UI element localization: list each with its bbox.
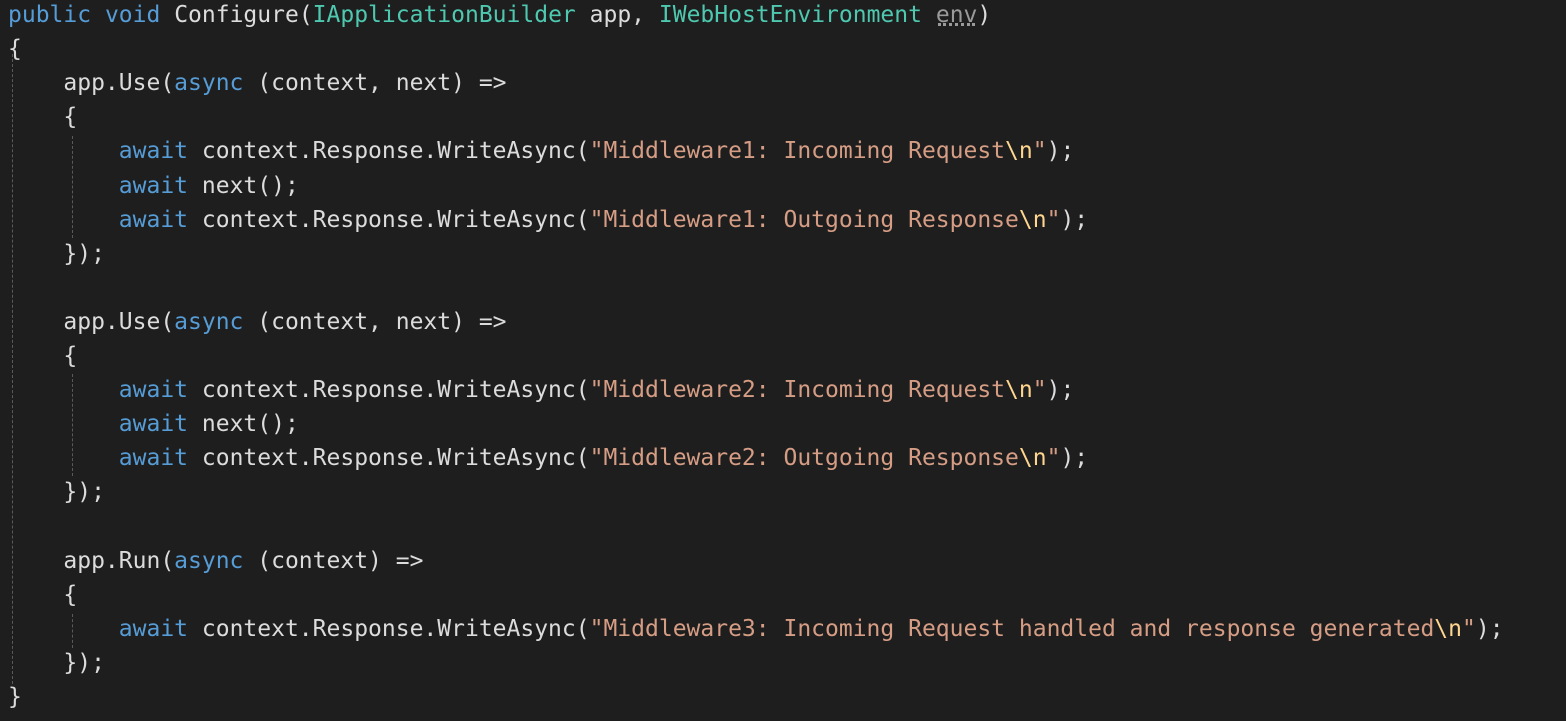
type-name: IApplicationBuilder: [312, 2, 576, 28]
code-line[interactable]: await context.Response.WriteAsync("Middl…: [8, 203, 1088, 237]
code-line[interactable]: {: [8, 100, 77, 134]
string-literal: ": [1046, 206, 1061, 233]
string-literal: ": [1032, 377, 1047, 404]
string-literal: "Middleware2: Incoming Request: [589, 377, 1006, 404]
code-text: );: [1475, 615, 1504, 642]
keyword: await: [118, 172, 189, 199]
string-literal: ": [1046, 445, 1061, 472]
keyword: await: [118, 138, 189, 165]
code-text: app,: [575, 2, 659, 28]
string-literal: "Middleware1: Outgoing Response: [589, 206, 1019, 233]
code-text: });: [8, 649, 105, 676]
indent-guide-method: [12, 54, 13, 684]
string-literal: "Middleware2: Outgoing Response: [589, 445, 1019, 472]
code-text: );: [1046, 377, 1075, 404]
keyword: void: [104, 2, 161, 28]
string-literal: "Middleware3: Incoming Request handled a…: [589, 615, 1435, 642]
indent-guide-middleware2: [72, 374, 73, 476]
code-text: });: [8, 240, 105, 267]
keyword: async: [174, 308, 244, 335]
string-literal: ": [1032, 138, 1047, 165]
code-line[interactable]: await context.Response.WriteAsync("Middl…: [8, 134, 1075, 168]
code-line[interactable]: }: [8, 680, 22, 714]
code-line[interactable]: app.Use(async (context, next) =>: [8, 66, 507, 100]
code-text: {: [8, 104, 78, 131]
code-text: }: [8, 684, 22, 710]
keyword: async: [174, 70, 244, 97]
code-line[interactable]: await next();: [8, 407, 299, 441]
code-line[interactable]: {: [8, 32, 22, 66]
code-line[interactable]: app.Run(async (context) =>: [8, 544, 423, 578]
keyword: async: [174, 547, 244, 574]
keyword: await: [118, 411, 189, 438]
code-text: context.Response.WriteAsync(: [188, 615, 590, 642]
code-line[interactable]: await context.Response.WriteAsync("Middl…: [8, 612, 1504, 646]
code-line[interactable]: });: [8, 475, 105, 509]
code-text: });: [8, 479, 105, 506]
escape-sequence: \n: [1018, 206, 1047, 233]
code-text: (context) =>: [243, 547, 424, 574]
code-line[interactable]: await context.Response.WriteAsync("Middl…: [8, 441, 1088, 475]
code-line[interactable]: app.Use(async (context, next) =>: [8, 305, 507, 339]
keyword: await: [118, 615, 189, 642]
code-text: context.Response.WriteAsync(: [188, 445, 590, 472]
code-editor[interactable]: public void Configure(IApplicationBuilde…: [0, 0, 1566, 721]
indent-guide-middleware3: [72, 614, 73, 648]
code-line[interactable]: {: [8, 578, 77, 612]
keyword: await: [118, 206, 189, 233]
code-text: {: [8, 36, 22, 63]
string-literal: ": [1462, 615, 1476, 642]
code-text: context.Response.WriteAsync(: [188, 206, 590, 233]
code-text: {: [8, 581, 78, 608]
escape-sequence: \n: [1005, 377, 1033, 404]
code-text: app.Use(: [8, 70, 175, 97]
code-text: app.Run(: [8, 547, 175, 574]
code-text: context.Response.WriteAsync(: [188, 377, 590, 404]
code-text: );: [1060, 445, 1089, 472]
unused-parameter: env: [935, 2, 978, 28]
code-line[interactable]: await next();: [8, 169, 299, 203]
escape-sequence: \n: [1005, 138, 1033, 165]
code-text: next();: [188, 172, 299, 199]
code-text: Configure(: [160, 2, 313, 28]
code-text: ): [977, 2, 992, 28]
keyword: await: [118, 377, 189, 404]
code-line[interactable]: {: [8, 339, 77, 373]
escape-sequence: \n: [1434, 615, 1462, 642]
keyword: public: [8, 2, 92, 28]
code-text: next();: [188, 411, 299, 438]
code-text: {: [8, 343, 78, 369]
code-text: (context, next) =>: [243, 308, 507, 335]
code-line[interactable]: public void Configure(IApplicationBuilde…: [8, 0, 991, 32]
code-text: app.Use(: [8, 308, 175, 335]
code-text: (context, next) =>: [243, 70, 507, 97]
type-name: IWebHostEnvironment: [658, 2, 922, 28]
code-line[interactable]: });: [8, 237, 105, 271]
indent-guide-middleware1: [72, 136, 73, 238]
code-line[interactable]: });: [8, 646, 105, 680]
code-line[interactable]: await context.Response.WriteAsync("Middl…: [8, 373, 1075, 407]
string-literal: "Middleware1: Incoming Request: [589, 138, 1006, 165]
keyword: await: [118, 445, 189, 472]
code-text: );: [1060, 206, 1089, 233]
escape-sequence: \n: [1018, 445, 1047, 472]
code-text: );: [1046, 138, 1075, 165]
code-text: context.Response.WriteAsync(: [188, 138, 590, 165]
